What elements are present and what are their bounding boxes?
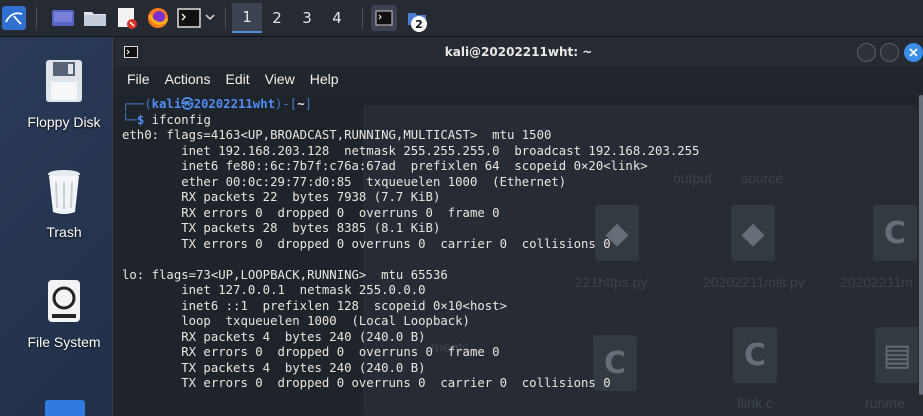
terminal-line: TX packets 4 bytes 240 (240.0 B) <box>122 360 426 375</box>
prompt-host: 20202211wht <box>193 97 275 111</box>
prompt-decoration: ┌──( <box>122 97 152 111</box>
terminal-line: RX errors 0 dropped 0 overruns 0 frame 0 <box>122 205 500 220</box>
taskbar-terminal-window[interactable] <box>371 5 397 31</box>
floppy-disk-icon <box>46 60 82 102</box>
menu-view[interactable]: View <box>265 71 295 87</box>
workspace-2[interactable]: 2 <box>262 3 292 33</box>
menu-actions[interactable]: Actions <box>165 71 211 87</box>
terminal-line: TX errors 0 dropped 0 overruns 0 carrier… <box>122 236 611 251</box>
top-panel: 1 2 3 4 2 <box>0 0 923 37</box>
scrollbar-thumb[interactable] <box>919 95 923 395</box>
terminal-window[interactable]: kali@20202211wht: ~ File Actions Edit Vi… <box>112 37 923 416</box>
terminal-output: ┌──(kali㉿20202211wht)-[~] └─$ ifconfig e… <box>122 97 699 392</box>
menu-file[interactable]: File <box>127 71 150 87</box>
desktop-icon-label: Trash <box>46 224 82 240</box>
close-icon <box>909 48 918 57</box>
desktop-icon-trash[interactable]: Trash <box>14 168 114 240</box>
desktop-icon-label: Floppy Disk <box>27 114 101 130</box>
background-file-label: flink.c <box>737 395 773 411</box>
desktop-icon-label: File System <box>27 334 101 350</box>
workspace-3[interactable]: 3 <box>292 3 322 33</box>
desktop-icon-home[interactable] <box>45 400 85 416</box>
window-title: kali@20202211wht: ~ <box>444 45 593 59</box>
terminal-console[interactable]: output source ◆ ◆ C 221https.py 20202211… <box>113 95 918 416</box>
desktop-icon-file-system[interactable]: File System <box>14 278 114 350</box>
scrollbar[interactable] <box>918 95 923 416</box>
minimize-button[interactable] <box>857 43 876 62</box>
desktop-icon-floppy-disk[interactable]: Floppy Disk <box>14 58 114 130</box>
terminal-line: eth0: flags=4163<UP,BROADCAST,RUNNING,MU… <box>122 128 552 142</box>
prompt-user: kali <box>151 97 182 111</box>
terminal-line: RX packets 4 bytes 240 (240.0 B) <box>122 329 426 344</box>
terminal-line: TX errors 0 dropped 0 overruns 0 carrier… <box>122 376 611 390</box>
terminal-line: ether 00:0c:29:77:d0:85 txqueuelen 1000 … <box>122 174 567 189</box>
text-editor-icon[interactable] <box>115 6 139 30</box>
background-file-icon: ▤ <box>875 327 918 383</box>
background-file-icon: ◆ <box>731 205 775 261</box>
menu-bar: File Actions Edit View Help <box>113 67 923 91</box>
chevron-down-icon[interactable] <box>205 6 215 30</box>
terminal-line: TX packets 28 bytes 8385 (8.1 KiB) <box>122 221 441 235</box>
menu-help[interactable]: Help <box>310 71 339 87</box>
background-file-label: 20202211m <box>840 274 913 290</box>
terminal-line: RX errors 0 dropped 0 overruns 0 frame 0 <box>122 345 500 359</box>
terminal-line: inet6 fe80::6c:7b7f:c76a:67ad prefixlen … <box>122 159 648 173</box>
terminal-line: RX packets 22 bytes 7938 (7.7 KiB) <box>122 190 441 204</box>
panel-separator <box>362 7 363 29</box>
ifconfig-output: eth0: flags=4163<UP,BROADCAST,RUNNING,MU… <box>122 128 699 390</box>
menu-edit[interactable]: Edit <box>225 71 249 87</box>
terminal-line: lo: flags=73<UP,LOOPBACK,RUNNING> mtu 65… <box>122 267 448 282</box>
command-text: ifconfig <box>151 112 211 127</box>
file-manager-icon[interactable] <box>83 6 107 30</box>
prompt-dollar: $ <box>136 112 152 127</box>
workspace-4[interactable]: 4 <box>322 3 352 33</box>
background-file-label: runme <box>865 395 905 411</box>
hard-drive-icon <box>48 280 80 322</box>
terminal-line: inet6 ::1 prefixlen 128 scopeid 0×10<hos… <box>122 298 507 313</box>
terminal-line: loop txqueuelen 1000 (Local Loopback) <box>122 314 470 328</box>
firefox-icon[interactable] <box>147 6 169 30</box>
background-file-label: 20202211mis.py <box>703 274 805 290</box>
maximize-button[interactable] <box>880 43 899 62</box>
prompt-at: ㉿ <box>181 97 194 111</box>
notification-badge: 2 <box>411 16 427 32</box>
prompt-decoration: ] <box>304 97 313 111</box>
background-file-icon: C <box>733 327 777 383</box>
panel-separator <box>36 7 37 29</box>
terminal-line: inet 127.0.0.1 netmask 255.0.0.0 <box>122 283 426 297</box>
terminal-line: inet 192.168.203.128 netmask 255.255.255… <box>122 143 700 158</box>
background-file-label: source <box>741 170 784 186</box>
workspace-1[interactable]: 1 <box>232 3 262 33</box>
prompt-path: ~ <box>297 97 305 111</box>
prompt-decoration: └─ <box>122 112 137 127</box>
background-file-icon: C <box>873 205 917 261</box>
terminal-launcher-icon[interactable] <box>177 6 201 30</box>
kali-menu-icon[interactable] <box>2 6 26 30</box>
window-titlebar[interactable]: kali@20202211wht: ~ <box>113 37 923 67</box>
prompt-decoration: )-[ <box>275 97 298 111</box>
close-button[interactable] <box>904 43 923 62</box>
taskbar-file-manager-window[interactable]: 2 <box>407 6 427 32</box>
panel-separator <box>225 7 226 29</box>
trash-icon <box>48 170 80 214</box>
desktop-icon[interactable] <box>51 6 75 30</box>
